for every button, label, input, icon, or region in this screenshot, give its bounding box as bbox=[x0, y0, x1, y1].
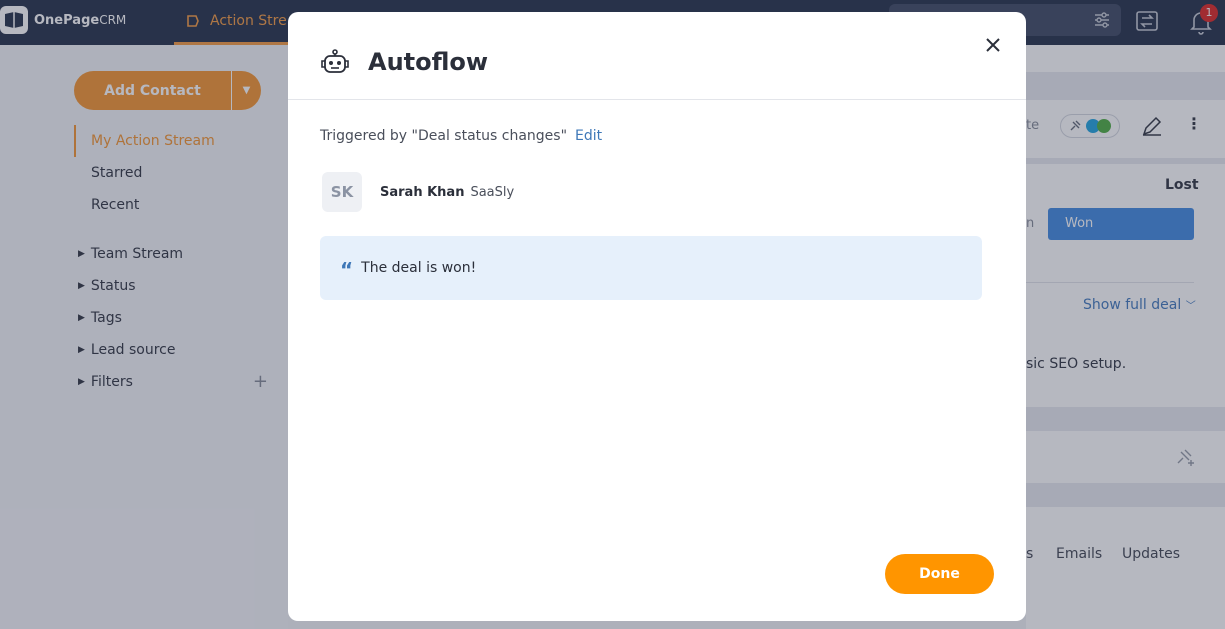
contact-company: SaaSly bbox=[470, 184, 515, 200]
trigger-text: Triggered by "Deal status changes" bbox=[320, 128, 568, 144]
avatar: SK bbox=[322, 172, 362, 212]
edit-trigger-link[interactable]: Edit bbox=[575, 128, 602, 144]
autoflow-message: “ The deal is won! bbox=[320, 236, 982, 300]
message-text: The deal is won! bbox=[361, 260, 477, 276]
dialog-header: Autoflow bbox=[288, 12, 1026, 100]
dialog-title: Autoflow bbox=[368, 48, 489, 76]
trigger-row: Triggered by "Deal status changes" Edit bbox=[320, 128, 602, 144]
robot-icon bbox=[321, 49, 349, 73]
contact-name[interactable]: Sarah Khan bbox=[380, 185, 464, 200]
close-icon[interactable] bbox=[984, 36, 1002, 54]
autoflow-dialog: Autoflow Triggered by "Deal status chang… bbox=[288, 12, 1026, 621]
quote-icon: “ bbox=[340, 258, 354, 282]
contact-row: SK Sarah Khan SaaSly bbox=[322, 172, 514, 212]
done-button[interactable]: Done bbox=[885, 554, 994, 594]
